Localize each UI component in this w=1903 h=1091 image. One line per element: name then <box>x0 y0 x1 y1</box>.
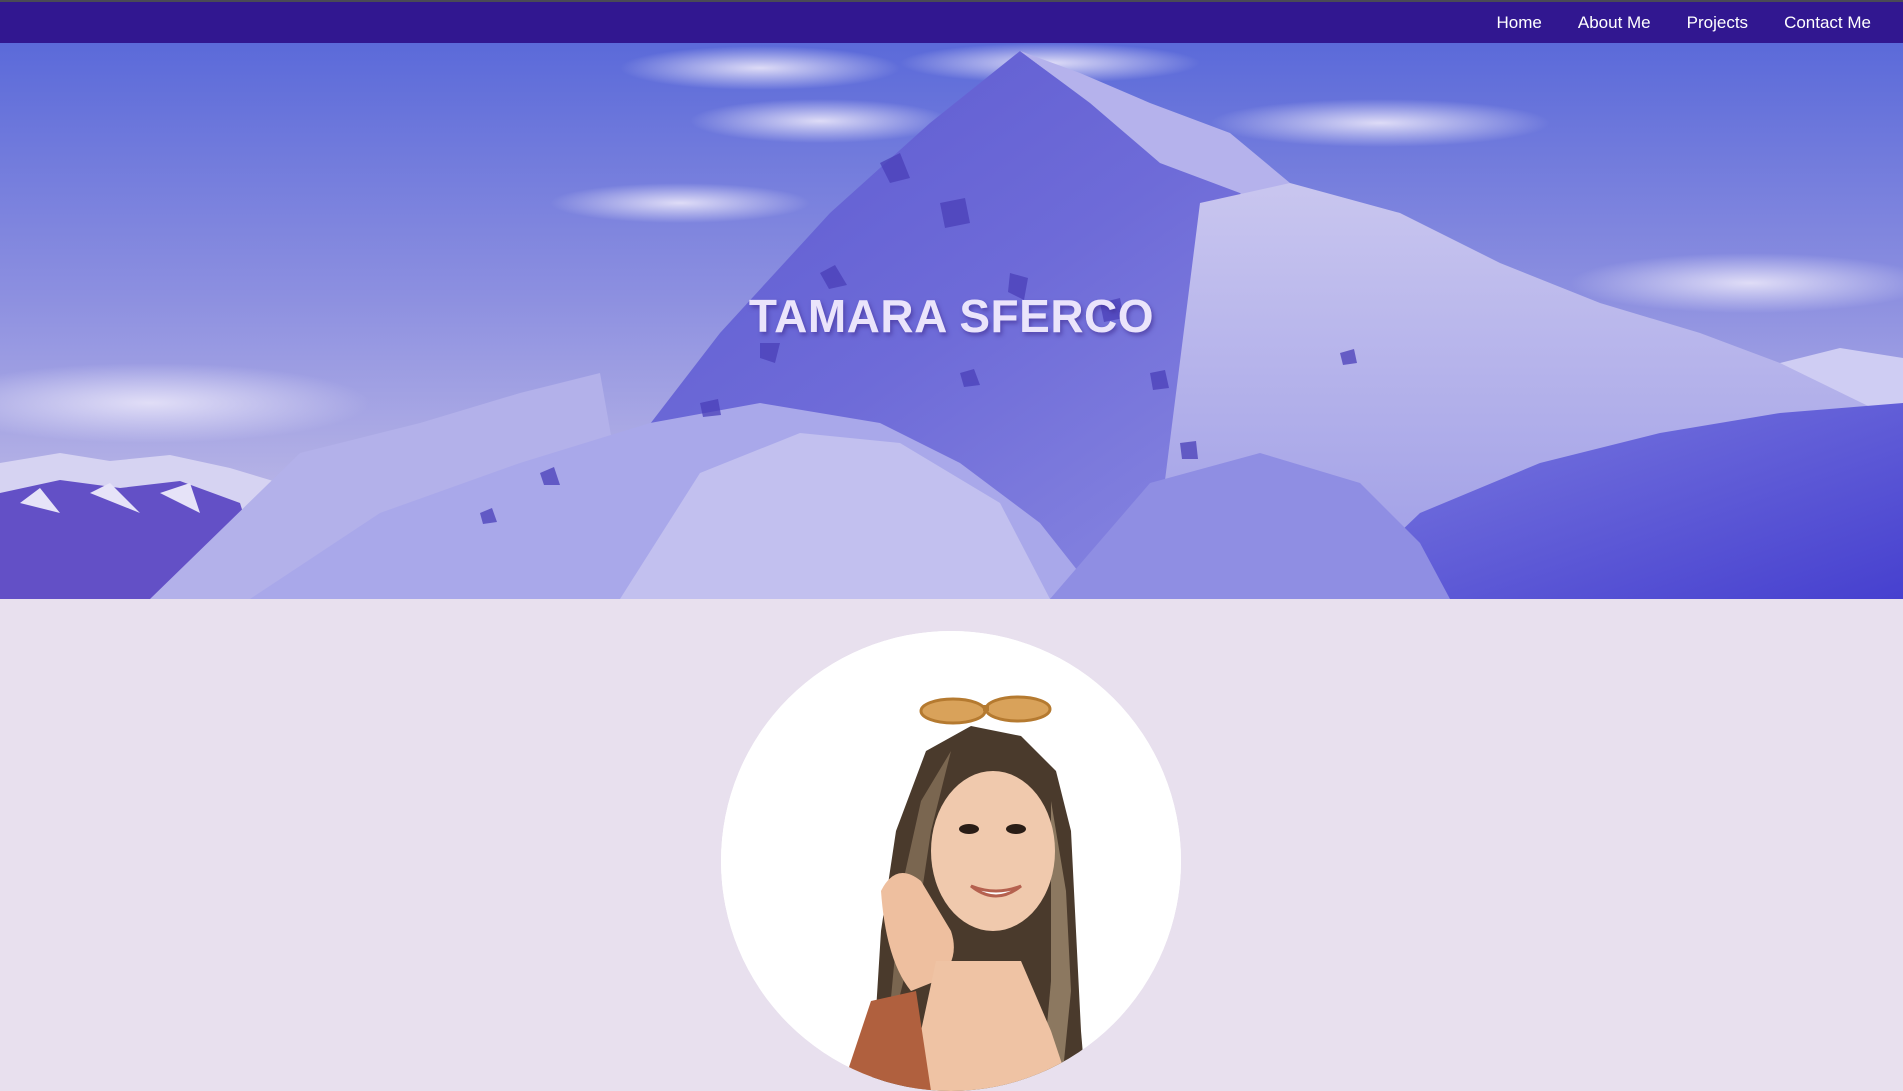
nav-home-link[interactable]: Home <box>1497 13 1542 33</box>
top-navbar: Home About Me Projects Contact Me <box>0 2 1903 43</box>
profile-photo-icon <box>721 631 1181 1091</box>
nav-links: Home About Me Projects Contact Me <box>1497 2 1871 43</box>
nav-about-me-link[interactable]: About Me <box>1578 13 1651 33</box>
hero-title: TAMARA SFERCO <box>748 290 1155 342</box>
nav-projects-link[interactable]: Projects <box>1687 13 1748 33</box>
hero-banner: TAMARA SFERCO <box>0 43 1903 599</box>
nav-contact-me-link[interactable]: Contact Me <box>1784 13 1871 33</box>
profile-photo <box>721 631 1181 1091</box>
